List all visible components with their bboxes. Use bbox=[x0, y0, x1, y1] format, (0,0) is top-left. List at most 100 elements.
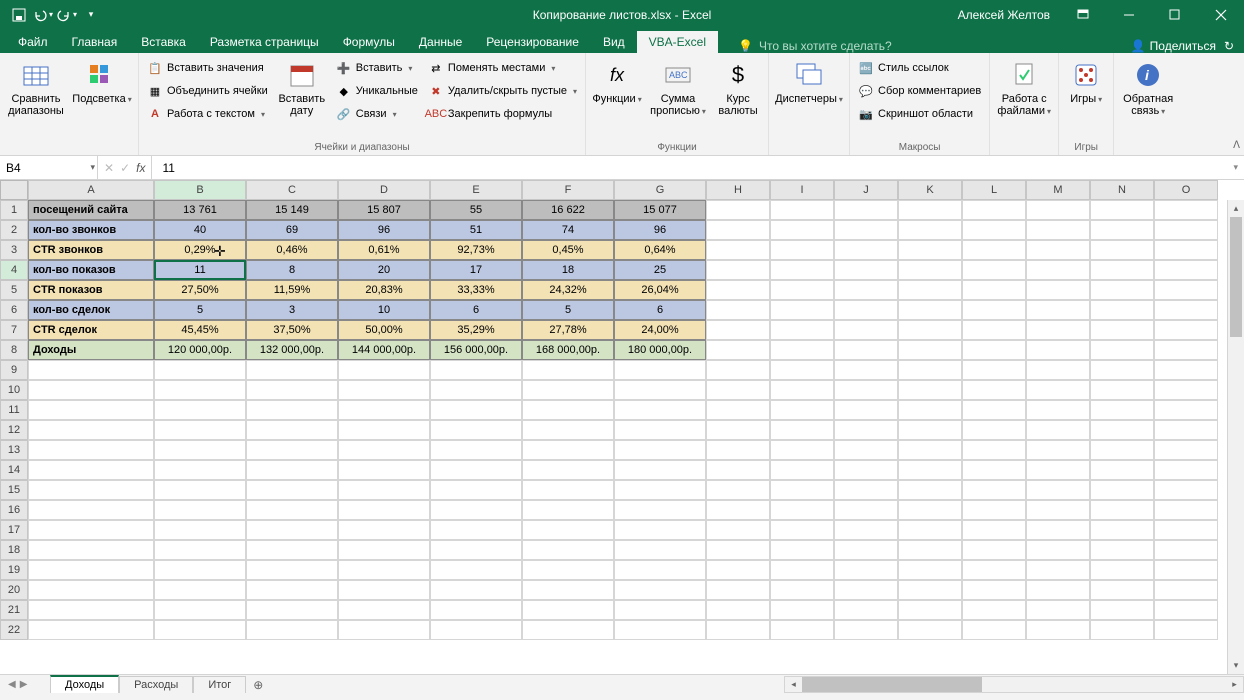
cell[interactable] bbox=[1026, 600, 1090, 620]
cell[interactable] bbox=[834, 220, 898, 240]
cell[interactable] bbox=[770, 440, 834, 460]
row-header[interactable]: 7 bbox=[0, 320, 28, 340]
cell[interactable]: CTR звонков bbox=[28, 240, 154, 260]
cell[interactable] bbox=[1090, 580, 1154, 600]
cell[interactable] bbox=[962, 260, 1026, 280]
cell[interactable] bbox=[154, 420, 246, 440]
cell[interactable] bbox=[898, 460, 962, 480]
close-icon[interactable] bbox=[1198, 0, 1244, 29]
cell[interactable] bbox=[1026, 560, 1090, 580]
cell[interactable] bbox=[1154, 500, 1218, 520]
cell[interactable] bbox=[522, 560, 614, 580]
cell[interactable] bbox=[770, 540, 834, 560]
cell[interactable] bbox=[962, 580, 1026, 600]
screenshot-button[interactable]: 📷Скриншот области bbox=[856, 103, 983, 125]
cell[interactable] bbox=[522, 360, 614, 380]
cell[interactable] bbox=[1026, 420, 1090, 440]
cell[interactable] bbox=[1026, 280, 1090, 300]
cell[interactable] bbox=[614, 440, 706, 460]
column-header[interactable]: N bbox=[1090, 180, 1154, 200]
row-header[interactable]: 13 bbox=[0, 440, 28, 460]
cell[interactable] bbox=[338, 480, 430, 500]
cell[interactable] bbox=[834, 500, 898, 520]
row-header[interactable]: 21 bbox=[0, 600, 28, 620]
cell[interactable] bbox=[898, 500, 962, 520]
cell[interactable] bbox=[898, 400, 962, 420]
cell[interactable]: 5 bbox=[522, 300, 614, 320]
cell[interactable] bbox=[898, 440, 962, 460]
history-icon[interactable]: ↻ bbox=[1224, 39, 1234, 53]
cell[interactable] bbox=[1026, 220, 1090, 240]
cell[interactable] bbox=[338, 380, 430, 400]
cell[interactable] bbox=[898, 560, 962, 580]
cell[interactable]: 92,73% bbox=[430, 240, 522, 260]
cell[interactable] bbox=[770, 520, 834, 540]
cell[interactable] bbox=[1090, 320, 1154, 340]
cell[interactable] bbox=[28, 400, 154, 420]
row-header[interactable]: 5 bbox=[0, 280, 28, 300]
cell[interactable] bbox=[430, 360, 522, 380]
cell[interactable] bbox=[28, 360, 154, 380]
row-header[interactable]: 14 bbox=[0, 460, 28, 480]
cell[interactable] bbox=[430, 580, 522, 600]
cell[interactable] bbox=[614, 520, 706, 540]
column-header[interactable]: C bbox=[246, 180, 338, 200]
cell[interactable] bbox=[706, 400, 770, 420]
cell[interactable] bbox=[1154, 560, 1218, 580]
cell[interactable] bbox=[962, 220, 1026, 240]
cell[interactable] bbox=[1026, 300, 1090, 320]
cell[interactable] bbox=[246, 440, 338, 460]
select-all-corner[interactable] bbox=[0, 180, 28, 200]
cell[interactable] bbox=[28, 580, 154, 600]
cell[interactable] bbox=[834, 440, 898, 460]
hscroll-thumb[interactable] bbox=[802, 677, 982, 692]
cell[interactable]: 51 bbox=[430, 220, 522, 240]
cell[interactable] bbox=[834, 240, 898, 260]
cell[interactable] bbox=[1154, 380, 1218, 400]
cell[interactable] bbox=[338, 460, 430, 480]
feedback-button[interactable]: i Обратная связь▾ bbox=[1120, 57, 1176, 151]
cell[interactable]: 18 bbox=[522, 260, 614, 280]
cell[interactable] bbox=[770, 500, 834, 520]
cell[interactable] bbox=[28, 440, 154, 460]
cell[interactable] bbox=[962, 200, 1026, 220]
cell[interactable] bbox=[1090, 380, 1154, 400]
cell[interactable] bbox=[962, 520, 1026, 540]
cell[interactable]: 24,00% bbox=[614, 320, 706, 340]
cell[interactable] bbox=[962, 460, 1026, 480]
row-header[interactable]: 9 bbox=[0, 360, 28, 380]
cell[interactable] bbox=[522, 380, 614, 400]
cell[interactable] bbox=[1090, 560, 1154, 580]
cell[interactable] bbox=[246, 600, 338, 620]
worksheet-grid[interactable]: ABCDEFGHIJKLMNO1посещений сайта13 76115 … bbox=[0, 180, 1244, 674]
cell[interactable] bbox=[962, 560, 1026, 580]
cell[interactable] bbox=[770, 280, 834, 300]
cell[interactable] bbox=[706, 520, 770, 540]
column-header[interactable]: F bbox=[522, 180, 614, 200]
text-work-button[interactable]: AРабота с текстом▾ bbox=[145, 103, 270, 125]
delete-hide-button[interactable]: ✖Удалить/скрыть пустые▾ bbox=[426, 80, 579, 102]
cell[interactable] bbox=[1090, 500, 1154, 520]
scroll-up-icon[interactable]: ▴ bbox=[1228, 200, 1244, 217]
sheet-prev-icon[interactable]: ◀ bbox=[8, 679, 16, 690]
column-header[interactable]: A bbox=[28, 180, 154, 200]
cell[interactable] bbox=[770, 380, 834, 400]
functions-button[interactable]: fx Функции▾ bbox=[592, 57, 642, 140]
column-header[interactable]: B bbox=[154, 180, 246, 200]
scroll-down-icon[interactable]: ▾ bbox=[1228, 657, 1244, 674]
cell[interactable] bbox=[1026, 580, 1090, 600]
cell[interactable] bbox=[154, 500, 246, 520]
cell[interactable]: CTR сделок bbox=[28, 320, 154, 340]
cell[interactable] bbox=[246, 480, 338, 500]
cell[interactable] bbox=[706, 460, 770, 480]
cell[interactable] bbox=[430, 460, 522, 480]
merge-cells-button[interactable]: ▦Объединить ячейки bbox=[145, 80, 270, 102]
cell[interactable] bbox=[1090, 440, 1154, 460]
cell[interactable] bbox=[706, 340, 770, 360]
compare-ranges-button[interactable]: Сравнить диапазоны bbox=[6, 57, 66, 151]
cell[interactable] bbox=[770, 360, 834, 380]
cell[interactable] bbox=[706, 440, 770, 460]
cell[interactable] bbox=[962, 360, 1026, 380]
cell[interactable] bbox=[770, 340, 834, 360]
cancel-icon[interactable]: ✕ bbox=[104, 161, 114, 175]
